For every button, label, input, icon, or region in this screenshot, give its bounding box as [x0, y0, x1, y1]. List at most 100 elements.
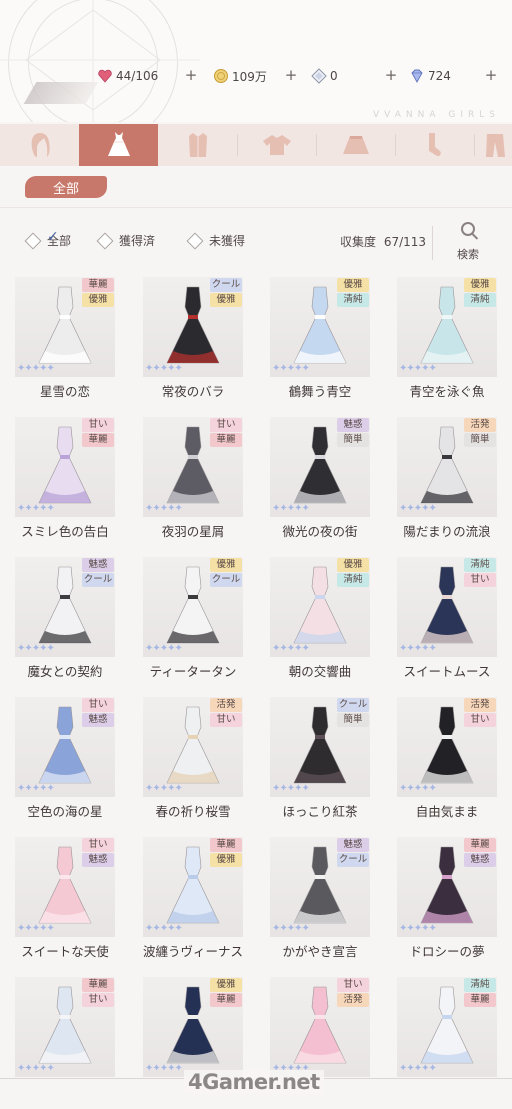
tab-dress[interactable] — [79, 124, 158, 166]
style-tag: 魅惑 — [82, 713, 114, 727]
outfit-card[interactable]: 甘い 華麗 ✦✦✦✦✦ 夜羽の星屑 — [143, 417, 243, 543]
style-tag: 魅惑 — [337, 838, 369, 852]
outfit-card[interactable]: クール 簡単 ✦✦✦✦✦ ほっこり紅茶 — [270, 697, 370, 823]
outfit-card[interactable]: 活発 甘い ✦✦✦✦✦ 自由気まま — [397, 697, 497, 823]
rarity-stars-icon: ✦✦✦✦✦ — [272, 363, 310, 374]
outfit-card[interactable]: 活発 甘い ✦✦✦✦✦ 春の祈り桜雪 — [143, 697, 243, 823]
collection-progress: 収集度 67/113 — [340, 233, 426, 250]
outfit-card[interactable]: 魅惑 クール ✦✦✦✦✦ 魔女との契約 — [15, 557, 115, 683]
tab-coat[interactable] — [158, 124, 237, 166]
filter-unobtained-checkbox[interactable]: 未獲得 — [186, 232, 245, 249]
style-tag: 活発 — [464, 698, 496, 712]
dress-illustration — [420, 986, 474, 1064]
search-label: 検索 — [457, 248, 479, 261]
currency-crystal: 0 — [311, 66, 338, 86]
style-tag: 簡単 — [337, 433, 369, 447]
dress-illustration — [420, 286, 474, 364]
add-stamina-button[interactable]: + — [184, 66, 198, 84]
outfit-card[interactable]: 優雅 清純 ✦✦✦✦✦ 青空を泳ぐ魚 — [397, 277, 497, 403]
heart-gem-icon — [98, 69, 112, 83]
search-button[interactable]: 検索 — [448, 218, 488, 262]
outfit-thumbnail — [397, 417, 497, 517]
top-bar: 44/106 + 109万 + 0 + 724 + VVANNA GIRLS — [0, 0, 512, 122]
filter-all-checkbox[interactable]: ✓ 全部 — [24, 229, 71, 249]
outfit-card[interactable]: 優雅 清純 ✦✦✦✦✦ 鶴舞う青空 — [270, 277, 370, 403]
style-tag: 華麗 — [210, 838, 242, 852]
outfit-card[interactable]: 優雅 清純 ✦✦✦✦✦ 朝の交響曲 — [270, 557, 370, 683]
outfit-card[interactable]: 華麗 優雅 ✦✦✦✦✦ 星雪の恋 — [15, 277, 115, 403]
tab-socks[interactable] — [395, 124, 474, 166]
currency-stamina: 44/106 — [97, 66, 158, 86]
tab-pants[interactable] — [474, 124, 512, 166]
dress-illustration — [293, 986, 347, 1064]
rarity-stars-icon: ✦✦✦✦✦ — [399, 643, 437, 654]
pants-icon — [486, 134, 505, 157]
outfit-name: 朝の交響曲 — [288, 664, 352, 679]
dress-illustration — [166, 846, 220, 924]
style-tag: 甘い — [464, 713, 496, 727]
outfit-card[interactable]: 華麗 優雅 ✦✦✦✦✦ 波纏うヴィーナス — [143, 837, 243, 963]
outfit-thumbnail — [143, 837, 243, 937]
site-watermark: 4Gamer.net — [184, 1070, 324, 1094]
style-tag: 魅惑 — [82, 853, 114, 867]
outfit-card[interactable]: 魅惑 クール ✦✦✦✦✦ かがやき宣言 — [270, 837, 370, 963]
rarity-stars-icon: ✦✦✦✦✦ — [145, 363, 183, 374]
style-tag: クール — [210, 278, 242, 292]
style-tag: 甘い — [337, 978, 369, 992]
dress-illustration — [293, 706, 347, 784]
dress-illustration — [420, 846, 474, 924]
outfit-thumbnail — [270, 697, 370, 797]
style-tag: 華麗 — [82, 978, 114, 992]
outfit-thumbnail — [397, 977, 497, 1077]
tab-top[interactable] — [237, 124, 316, 166]
outfit-card[interactable]: 清純 甘い ✦✦✦✦✦ スイートムース — [397, 557, 497, 683]
outfit-card[interactable]: 活発 簡単 ✦✦✦✦✦ 陽だまりの流浪 — [397, 417, 497, 543]
gold-coin-icon — [214, 69, 228, 83]
tab-hair[interactable] — [0, 124, 79, 166]
outfit-thumbnail — [15, 417, 115, 517]
style-tag: 簡単 — [464, 433, 496, 447]
add-crystal-button[interactable]: + — [384, 66, 398, 84]
outfit-card[interactable]: クール 優雅 ✦✦✦✦✦ 常夜のバラ — [143, 277, 243, 403]
outfit-name: スイートな天使 — [21, 944, 109, 959]
style-tag: 甘い — [82, 698, 114, 712]
style-tag: 華麗 — [82, 278, 114, 292]
dress-illustration — [166, 706, 220, 784]
dress-illustration — [420, 426, 474, 504]
filter-row: ✓ 全部 獲得済 未獲得 収集度 67/113 検索 — [0, 218, 512, 266]
outfit-thumbnail — [143, 417, 243, 517]
style-tag: 甘い — [210, 713, 242, 727]
style-tag: 清純 — [337, 573, 369, 587]
add-diamond-button[interactable]: + — [484, 66, 498, 84]
diamond-value: 724 — [428, 69, 451, 83]
currency-gold: 109万 — [213, 66, 267, 86]
top-icon — [262, 135, 291, 155]
style-tag: 華麗 — [210, 993, 242, 1007]
add-gold-button[interactable]: + — [284, 66, 298, 84]
outfit-thumbnail — [143, 557, 243, 657]
outfit-card[interactable]: 華麗 甘い ✦✦✦✦✦ — [15, 977, 115, 1103]
back-button[interactable] — [23, 82, 99, 104]
outfit-card[interactable]: 甘い 魅惑 ✦✦✦✦✦ 空色の海の星 — [15, 697, 115, 823]
hair-icon — [31, 133, 50, 157]
rarity-stars-icon: ✦✦✦✦✦ — [272, 923, 310, 934]
filter-obtained-checkbox[interactable]: 獲得済 — [96, 232, 155, 249]
rarity-stars-icon: ✦✦✦✦✦ — [399, 503, 437, 514]
collection-value: 67/113 — [383, 235, 427, 249]
outfit-card[interactable]: 甘い 魅惑 ✦✦✦✦✦ スイートな天使 — [15, 837, 115, 963]
outfit-card[interactable]: 甘い 華麗 ✦✦✦✦✦ スミレ色の告白 — [15, 417, 115, 543]
subcategory-all-button[interactable]: 全部 — [25, 176, 107, 198]
style-tag: 魅惑 — [337, 418, 369, 432]
outfit-card[interactable]: 華麗 魅惑 ✦✦✦✦✦ ドロシーの夢 — [397, 837, 497, 963]
outfit-name: 常夜のバラ — [161, 384, 225, 399]
tab-skirt[interactable] — [316, 124, 395, 166]
rarity-stars-icon: ✦✦✦✦✦ — [145, 1063, 183, 1074]
outfit-name: 夜羽の星屑 — [161, 524, 225, 539]
outfit-name: 自由気まま — [415, 804, 479, 819]
dress-illustration — [166, 986, 220, 1064]
rarity-stars-icon: ✦✦✦✦✦ — [17, 783, 55, 794]
outfit-card[interactable]: 清純 華麗 ✦✦✦✦✦ — [397, 977, 497, 1103]
outfit-card[interactable]: 魅惑 簡単 ✦✦✦✦✦ 微光の夜の街 — [270, 417, 370, 543]
outfit-thumbnail — [270, 837, 370, 937]
outfit-card[interactable]: 優雅 クール ✦✦✦✦✦ ティータータン — [143, 557, 243, 683]
